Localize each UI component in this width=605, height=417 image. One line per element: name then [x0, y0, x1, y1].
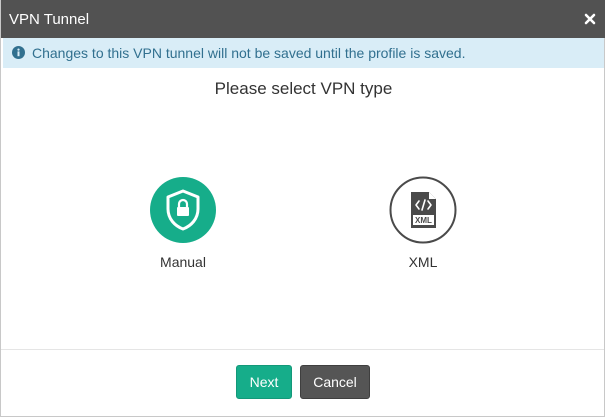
xml-label: XML: [408, 254, 438, 270]
xml-file-icon: XML: [389, 176, 457, 244]
vpn-type-option-xml[interactable]: XML XML: [378, 176, 468, 270]
close-icon[interactable]: [584, 12, 596, 25]
info-alert: Changes to this VPN tunnel will not be s…: [3, 38, 604, 68]
dialog-title: VPN Tunnel: [9, 11, 90, 28]
cancel-button[interactable]: Cancel: [300, 365, 370, 399]
info-message: Changes to this VPN tunnel will not be s…: [32, 45, 466, 61]
info-circle-icon: [12, 46, 25, 59]
dialog-titlebar: VPN Tunnel: [1, 0, 605, 38]
svg-text:XML: XML: [415, 216, 432, 225]
vpn-tunnel-dialog: VPN Tunnel Changes to this VPN tunnel wi…: [0, 0, 605, 417]
manual-label: Manual: [160, 254, 206, 270]
footer-divider: [1, 349, 604, 350]
shield-lock-icon: [149, 176, 217, 244]
select-vpn-type-heading: Please select VPN type: [214, 79, 393, 98]
next-button[interactable]: Next: [236, 365, 292, 399]
vpn-type-option-manual[interactable]: Manual: [138, 176, 228, 270]
